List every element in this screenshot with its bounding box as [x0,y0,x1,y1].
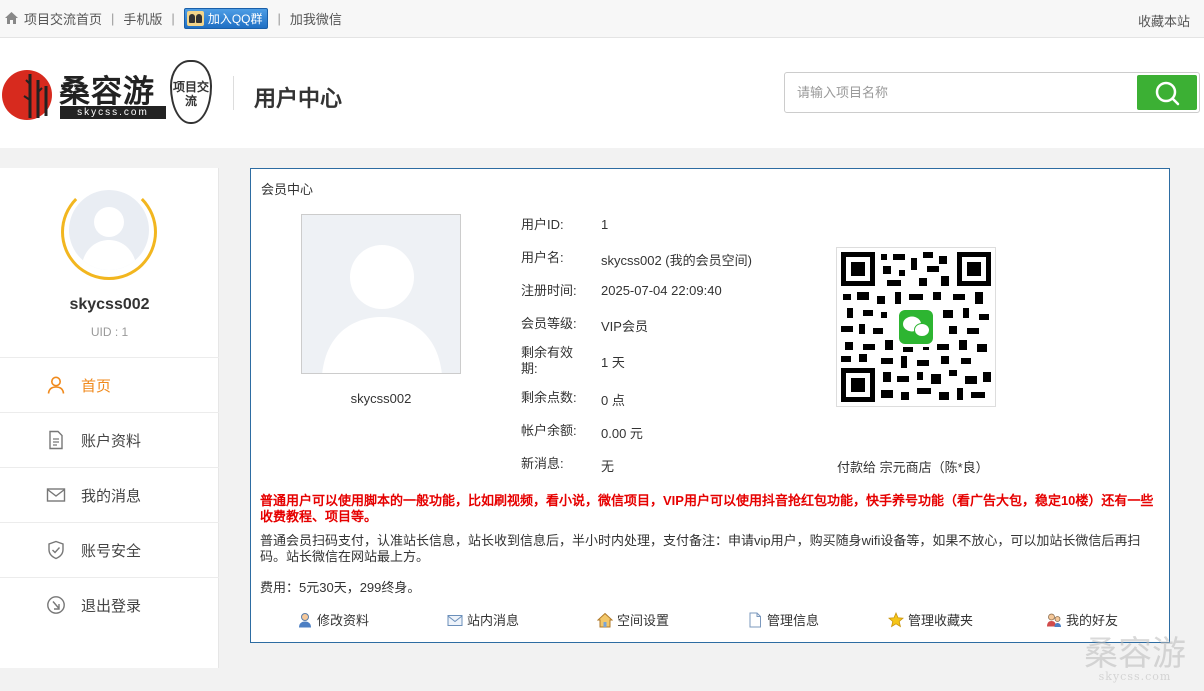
member-center-panel: 会员中心 skycss002 用户ID: 1 用户名: skycss002 (我的会… [250,168,1170,643]
info-value: skycss002 (我的会员空间) [601,253,752,268]
divider: | [277,10,281,26]
space-settings-link[interactable]: 空间设置 [597,610,669,629]
info-label: 会员等级: [521,316,577,331]
edit-profile-link[interactable]: 修改资料 [297,610,369,629]
sidebar-item-label: 我的消息 [81,487,142,505]
info-label: 新消息: [521,456,564,471]
info-label: 剩余点数: [521,390,577,405]
manage-info-link[interactable]: 管理信息 [747,610,819,629]
action-label: 站内消息 [467,613,520,628]
action-label: 管理信息 [767,613,820,628]
info-value: 1 天 [601,355,625,370]
friends-icon [1047,613,1061,627]
sidebar-item-security[interactable]: 账号安全 [0,522,219,577]
mobile-link[interactable]: 手机版 [123,9,162,28]
sidebar-item-label: 首页 [81,377,112,395]
join-qq-group-button[interactable]: 加入QQ群 [183,7,269,29]
info-label: 用户名: [521,250,564,265]
top-links: 项目交流首页 | 手机版 | 加入QQ群 | 加我微信 [4,0,342,36]
watermark-text: 桑容游 [1084,634,1186,674]
info-value: VIP会员 [601,319,648,334]
action-bar: 修改资料 站内消息 空间设置 管理信息 管理收藏夹 我的好友 [251,610,1171,632]
info-value: 0 点 [601,393,625,408]
logout-icon [47,596,65,614]
info-value: 2025-07-04 22:09:40 [601,283,722,298]
star-icon [888,611,904,627]
sidebar-item-label: 账号安全 [81,542,142,560]
profile-photo-name: skycss002 [350,391,412,406]
info-label: 剩余有效期: [521,345,574,376]
avatar-placeholder [69,190,149,270]
info-label: 注册时间: [521,283,577,298]
sidebar-username: skycss002 [69,296,150,313]
site-messages-link[interactable]: 站内消息 [447,610,519,629]
page-icon [749,612,761,627]
sidebar: skycss002 UID : 1 首页 账户资料 我的消息 账号安全 退出登录 [0,168,219,668]
logo-sun-icon [2,70,52,120]
default-avatar-icon [322,245,442,373]
fee-info: 费用：5元30天，299终身。 [260,580,421,595]
info-label: 帐户余额: [521,423,577,438]
sidebar-item-account-profile[interactable]: 账户资料 [0,412,219,467]
home-icon [5,12,18,24]
header-divider [233,76,234,110]
qq-group-icon [186,10,204,26]
qr-caption: 付款给 宗元商店（陈*良） [837,460,989,475]
favorite-link[interactable]: 收藏本站 [1138,11,1190,30]
payment-qr-code [836,247,996,407]
sidebar-menu: 首页 账户资料 我的消息 账号安全 退出登录 [0,357,219,632]
manage-favorites-link[interactable]: 管理收藏夹 [888,610,973,629]
default-avatar-icon [81,207,137,270]
qr-code-icon [841,252,991,402]
house-icon [597,612,613,627]
sidebar-item-logout[interactable]: 退出登录 [0,577,219,632]
divider: | [171,10,175,26]
bamboo-icon [23,74,48,118]
logo-pear: 项目交流 [170,60,212,124]
avatar[interactable] [61,184,157,280]
action-label: 我的好友 [1066,613,1119,628]
info-value: 无 [601,459,615,474]
sidebar-item-home[interactable]: 首页 [0,357,219,412]
action-label: 空间设置 [617,613,670,628]
action-label: 修改资料 [317,613,370,628]
vip-notice: 普通用户可以使用脚本的一般功能，比如刷视频，看小说，微信项目，VIP用户可以使用… [260,493,1154,524]
search-icon [1155,81,1180,105]
search-button[interactable] [1137,75,1197,110]
sidebar-item-messages[interactable]: 我的消息 [0,467,219,522]
info-value: 1 [601,217,609,232]
home-link[interactable]: 项目交流首页 [24,9,102,28]
header: 桑容游 skycss.com 项目交流 用户中心 [0,38,1204,148]
search-input[interactable] [785,73,1135,112]
mail-icon [46,488,66,502]
envelope-icon [447,614,463,626]
action-label: 管理收藏夹 [908,613,974,628]
my-friends-link[interactable]: 我的好友 [1046,610,1118,629]
sidebar-item-label: 账户资料 [81,432,142,450]
sidebar-uid: UID : 1 [90,325,129,339]
logo-url: skycss.com [60,106,166,119]
page-title: 用户中心 [254,86,343,111]
panel-title: 会员中心 [261,182,314,197]
shield-icon [48,540,64,560]
person-icon [299,612,311,627]
wechat-link[interactable]: 加我微信 [290,9,342,28]
user-icon [47,376,65,394]
search-box [784,72,1200,113]
logo-brand: 桑容游 [59,74,155,110]
info-value: 0.00 元 [601,426,643,441]
watermark-url: skycss.com [1098,670,1172,683]
site-logo[interactable]: 桑容游 skycss.com 项目交流 [2,60,214,126]
watermark: 桑容游 skycss.com [1084,637,1186,683]
document-icon [49,430,63,450]
divider: | [111,10,115,26]
info-label: 用户ID: [521,217,564,232]
top-bar: 项目交流首页 | 手机版 | 加入QQ群 | 加我微信 收藏本站 [0,0,1204,38]
payment-notice: 普通会员扫码支付，认准站长信息，站长收到信息后，半小时内处理，支付备注：申请vi… [260,533,1141,564]
join-qq-label: 加入QQ群 [207,11,263,26]
sidebar-item-label: 退出登录 [81,597,142,615]
profile-photo [301,214,461,374]
